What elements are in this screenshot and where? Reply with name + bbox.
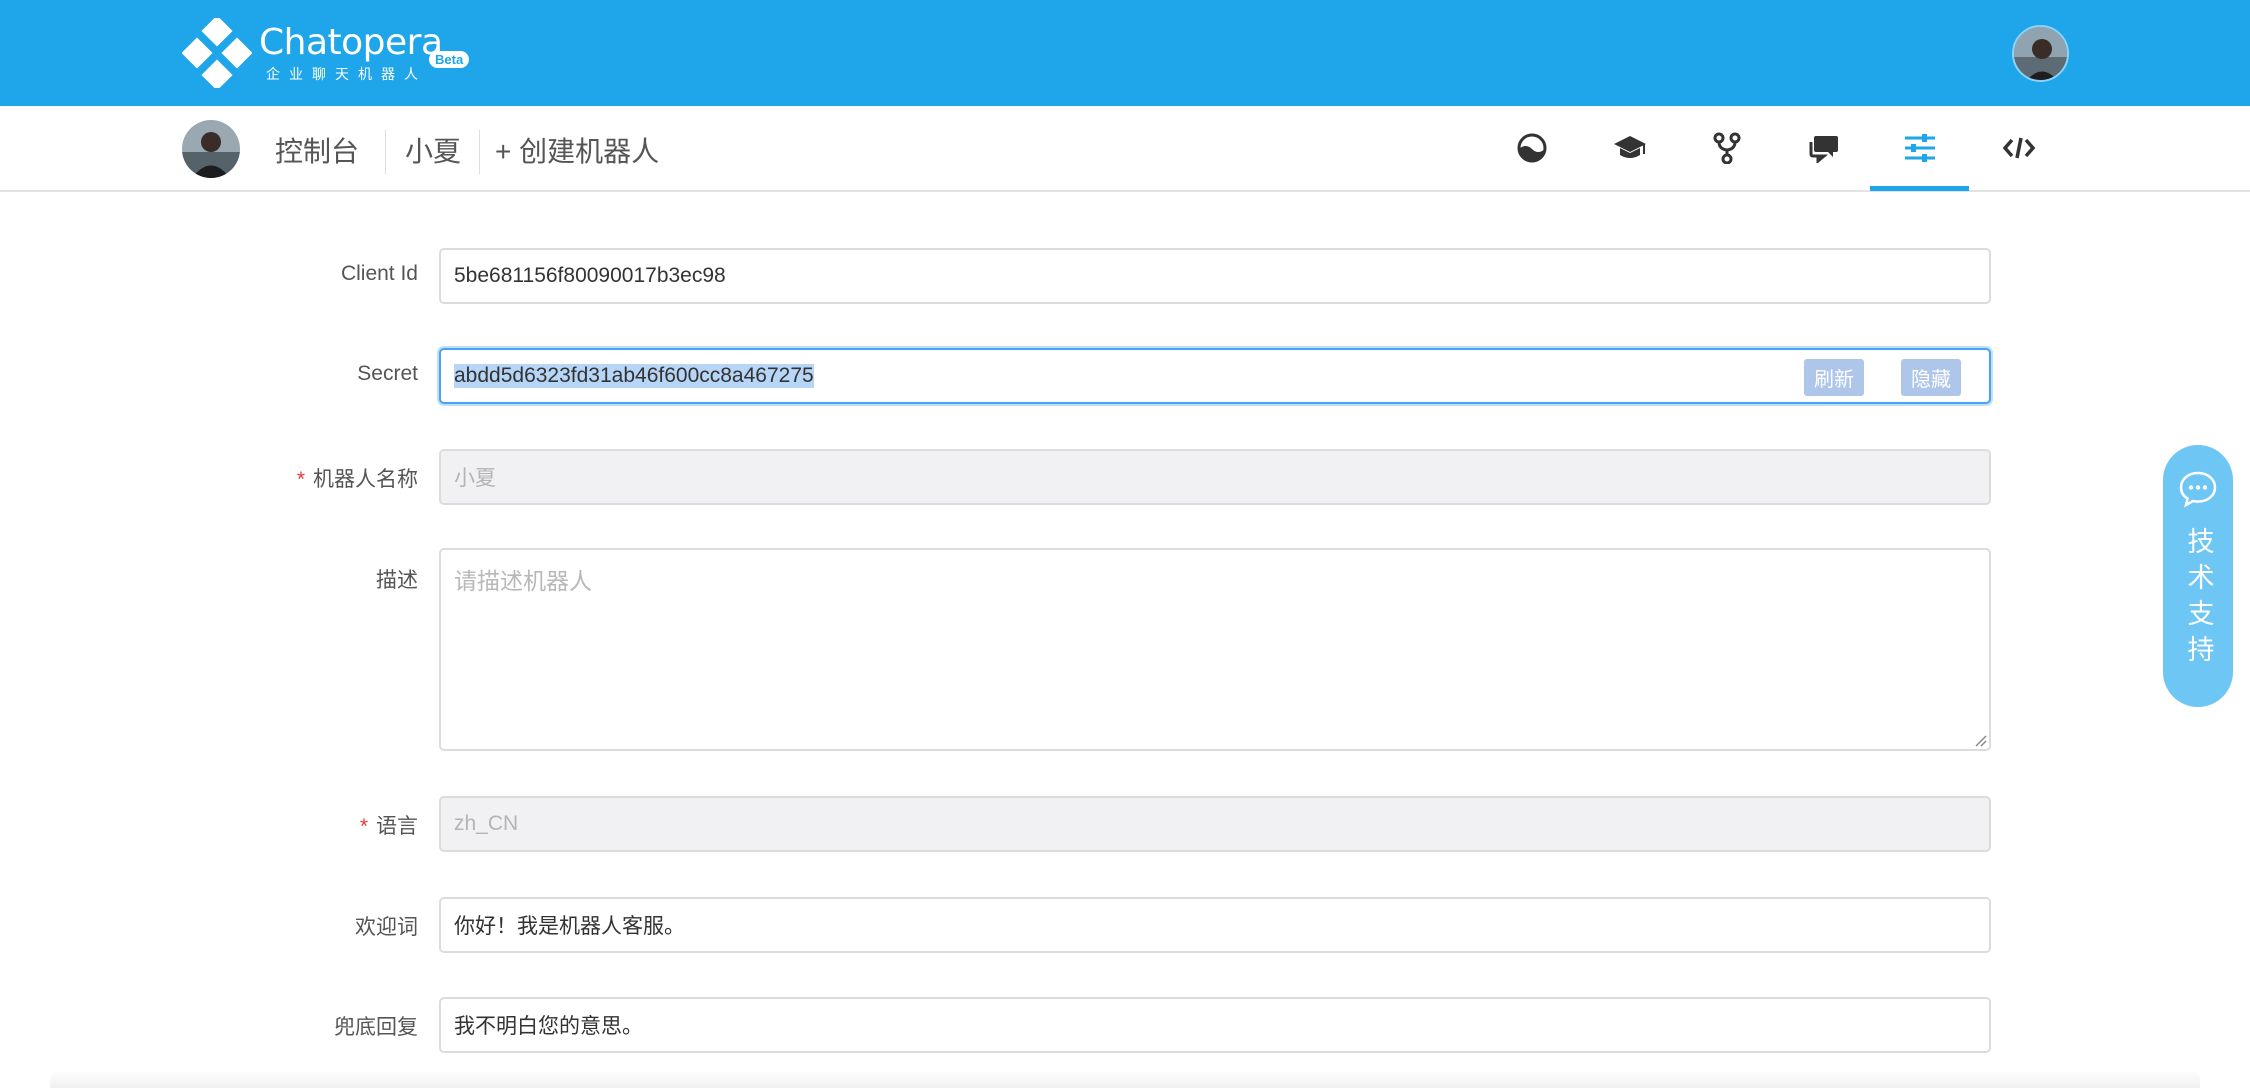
fallback-label: 兜底回复 <box>334 1016 418 1039</box>
bot-name-label-text: 机器人名称 <box>313 468 418 491</box>
graduation-cap-icon[interactable] <box>1610 128 1650 168</box>
code-icon[interactable] <box>1999 128 2039 168</box>
secret-value: abdd5d6323fd31ab46f600cc8a467275 <box>454 364 814 388</box>
current-bot-name[interactable]: 小夏 <box>405 130 461 170</box>
resize-handle-icon[interactable] <box>1973 733 1987 747</box>
bot-name-field: 小夏 <box>439 449 1991 505</box>
brand-name: Chatopera <box>259 22 443 63</box>
refresh-secret-button[interactable]: 刷新 <box>1804 359 1864 396</box>
beta-badge: Beta <box>429 51 470 68</box>
avatar-image <box>2014 27 2067 80</box>
client-id-field[interactable]: 5be681156f80090017b3ec98 <box>439 248 1991 304</box>
bot-avatar-image <box>182 120 240 178</box>
chat-bubble-icon <box>2179 471 2217 508</box>
tech-support-widget[interactable]: 技术支持 <box>2163 445 2233 707</box>
user-avatar[interactable] <box>2012 25 2069 82</box>
language-label-text: 语言 <box>376 815 418 838</box>
hide-secret-button[interactable]: 隐藏 <box>1901 359 1961 396</box>
active-tab-indicator <box>1870 186 1969 191</box>
required-mark: * <box>296 468 305 491</box>
welcome-label: 欢迎词 <box>355 916 418 939</box>
client-id-label: Client Id <box>340 262 418 285</box>
tech-support-label: 技术支持 <box>2183 527 2214 671</box>
bot-nav-bar: 控制台 小夏 + 创建机器人 <box>0 106 2250 192</box>
console-link[interactable]: 控制台 <box>275 130 359 170</box>
dashboard-icon[interactable] <box>1512 128 1552 168</box>
create-bot-link[interactable]: + 创建机器人 <box>495 130 659 170</box>
brand-logo[interactable]: Chatopera Beta 企业聊天机器人 <box>182 18 482 90</box>
secret-label: Secret <box>357 362 418 385</box>
footer-edge <box>50 1070 2200 1088</box>
language-label: * 语言 <box>360 810 418 840</box>
branch-icon[interactable] <box>1707 128 1747 168</box>
brand-subtitle: 企业聊天机器人 <box>266 66 427 82</box>
description-placeholder: 请描述机器人 <box>454 568 592 594</box>
nav-divider <box>479 130 480 174</box>
bot-name-value: 小夏 <box>454 467 496 490</box>
welcome-value: 你好！我是机器人客服。 <box>454 915 685 938</box>
chatopera-logo-icon <box>182 18 252 88</box>
bot-name-label: * 机器人名称 <box>297 463 418 493</box>
sliders-icon[interactable] <box>1900 128 1940 168</box>
bot-avatar[interactable] <box>182 120 240 178</box>
chat-bubbles-icon[interactable] <box>1803 128 1843 168</box>
secret-field[interactable]: abdd5d6323fd31ab46f600cc8a467275 刷新 隐藏 <box>439 348 1991 404</box>
description-textarea[interactable]: 请描述机器人 <box>439 548 1991 751</box>
welcome-field[interactable]: 你好！我是机器人客服。 <box>439 897 1991 953</box>
required-mark: * <box>359 815 368 838</box>
description-label: 描述 <box>376 569 418 592</box>
fallback-value: 我不明白您的意思。 <box>454 1015 643 1038</box>
client-id-value: 5be681156f80090017b3ec98 <box>454 264 726 287</box>
language-value: zh_CN <box>454 812 519 835</box>
nav-divider <box>385 130 386 174</box>
language-field: zh_CN <box>439 796 1991 852</box>
fallback-field[interactable]: 我不明白您的意思。 <box>439 997 1991 1053</box>
top-bar: Chatopera Beta 企业聊天机器人 <box>0 0 2250 106</box>
